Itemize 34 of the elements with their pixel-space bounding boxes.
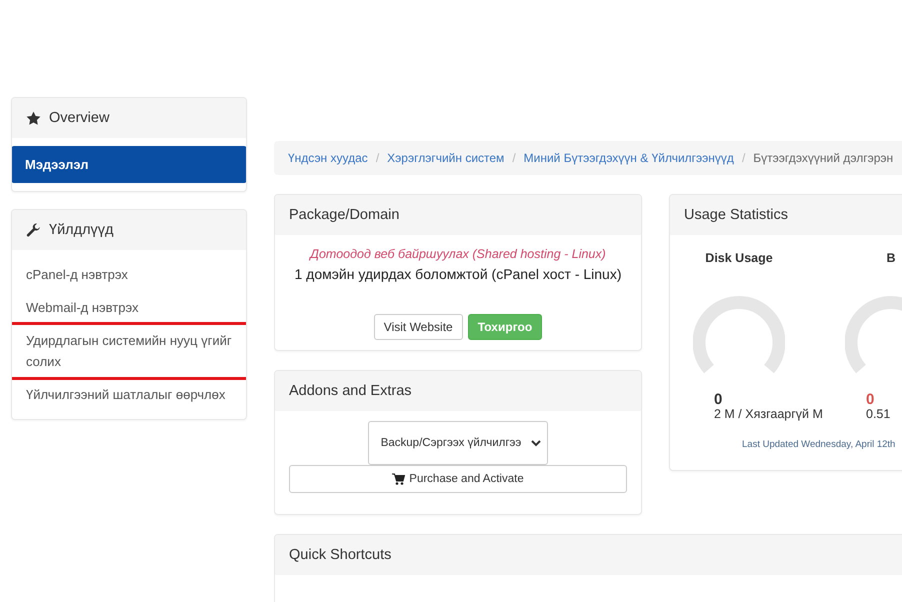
panel-title: Overview <box>49 110 110 126</box>
breadcrumb-separator: / <box>512 151 516 165</box>
breadcrumb-link[interactable]: Үндсэн хуудас <box>288 151 368 165</box>
gauge-label: B <box>886 251 896 265</box>
panel-title: Quick Shortcuts <box>289 547 392 563</box>
gauge-label: Disk Usage <box>705 251 773 265</box>
breadcrumb-link[interactable]: Миний Бүтээгдэхүүн & Үйлчилгээнүүд <box>524 151 734 165</box>
product-group: Дотоодод веб байршуулах (Shared hosting - Linux) <box>310 245 606 264</box>
star-icon <box>26 110 41 126</box>
panel-title: Package/Domain <box>289 207 400 223</box>
gauge-value: 0 <box>865 393 874 407</box>
sidebar-link[interactable]: Webmail-д нэвтрэх <box>12 291 246 324</box>
breadcrumb-separator: / <box>376 151 380 165</box>
visit-website-button[interactable]: Visit Website <box>374 314 463 340</box>
gauge-detail: 0.51 <box>865 407 890 421</box>
sidebar-link[interactable]: cPanel-д нэвтрэх <box>12 258 246 291</box>
panel-title: Addons and Extras <box>289 383 412 399</box>
panel-title: Usage Statistics <box>684 207 788 223</box>
sidebar-link[interactable]: Үйлчилгээний шатлалыг өөрчлөх <box>12 378 246 411</box>
last-updated-text: Last Updated Wednesday, April 12th <box>741 439 896 450</box>
wrench-icon <box>26 222 41 238</box>
panel-title: Үйлдлүүд <box>49 222 114 238</box>
sidebar-link[interactable]: Мэдээлэл <box>12 146 246 183</box>
breadcrumb-separator: / <box>742 151 746 165</box>
cart-icon <box>392 473 406 485</box>
addon-select[interactable]: Backup/Сэргээх үйлчилгээ <box>368 421 548 465</box>
breadcrumb-link[interactable]: Хэрэглэгчийн систем <box>387 151 504 165</box>
gauge-detail: 2 M / Хязгааргүй M <box>713 407 823 421</box>
breadcrumb-current: Бүтээгдэхүүний дэлгэрэн <box>753 151 894 165</box>
purchase-button[interactable]: Purchase and Activate <box>289 465 627 493</box>
chevron-down-icon <box>531 440 542 446</box>
gauge-value: 0 <box>713 393 722 407</box>
sidebar-link[interactable]: Удирдлагын системийн нууц үгийг солих <box>12 324 246 378</box>
product-name: 1 домэйн удирдах боломжтой (cPanel хост - Linux) <box>294 265 622 284</box>
